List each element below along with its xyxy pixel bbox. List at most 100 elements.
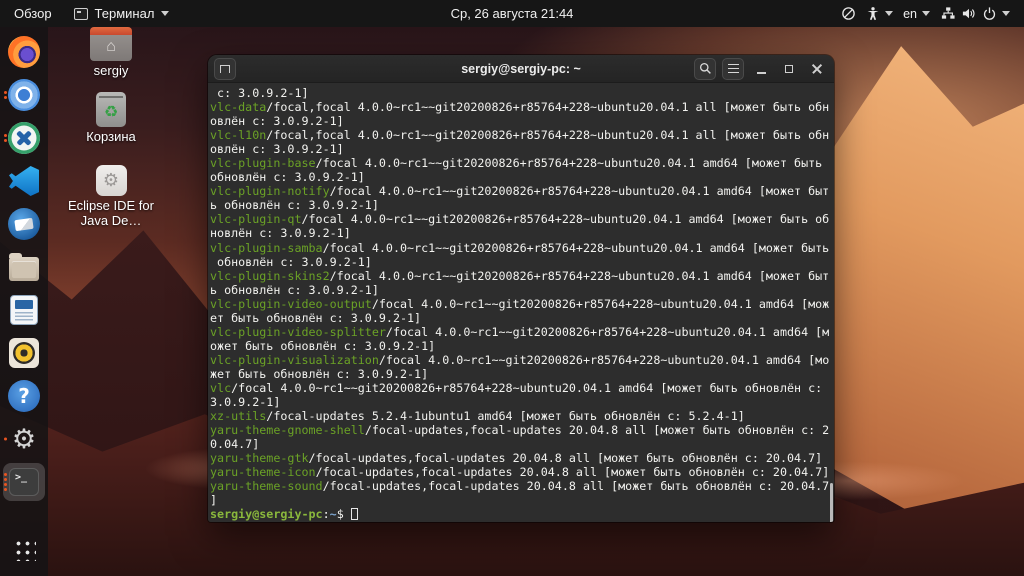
- dock: ⚙: [0, 27, 48, 576]
- terminal-line: 0.04.7]: [210, 437, 260, 452]
- terminal-line: обновлён с: 3.0.9.2-1]: [210, 254, 372, 269]
- home-folder-icon: [90, 27, 132, 61]
- dock-item-files[interactable]: [3, 248, 45, 286]
- terminal-line: vlc-plugin-samba/focal 4.0.0~rc1~~git202…: [210, 240, 830, 255]
- hamburger-icon: [727, 64, 739, 73]
- keyboard-layout-menu[interactable]: en: [903, 7, 930, 21]
- prompt-colon: :: [322, 507, 330, 522]
- new-tab-button[interactable]: [214, 57, 236, 80]
- close-icon: [812, 64, 822, 74]
- terminal-line: vlc-plugin-qt/focal 4.0.0~rc1~~git202008…: [210, 212, 830, 227]
- terminal-line: 3.0.9.2-1]: [210, 395, 281, 410]
- dock-item-app-x[interactable]: [3, 119, 45, 157]
- volume-icon: [962, 8, 975, 19]
- terminal-line: yaru-theme-gtk/focal-updates,focal-updat…: [210, 451, 823, 466]
- minimize-button[interactable]: [750, 58, 772, 80]
- desktop-icon-trash[interactable]: Корзина: [56, 92, 166, 145]
- terminal-line: vlc-plugin-video-splitter/focal 4.0.0~rc…: [210, 324, 830, 339]
- prompt-user-host: sergiy@sergiy-pc: [210, 507, 323, 522]
- x-app-icon: [8, 122, 40, 154]
- files-icon: [9, 253, 39, 281]
- dock-item-chromium[interactable]: [3, 76, 45, 114]
- activities-button[interactable]: Обзор: [14, 6, 52, 21]
- terminal-output: c: 3.0.9.2-1] vlc-data/focal,focal 4.0.0~…: [210, 86, 834, 507]
- rhythmbox-icon: [9, 338, 39, 368]
- menu-button[interactable]: [722, 57, 744, 80]
- terminal-line: овлён с: 3.0.9.2-1]: [210, 142, 344, 157]
- firefox-icon: [8, 36, 40, 68]
- maximize-icon: [785, 64, 793, 73]
- desktop-icon-label: Корзина: [86, 129, 136, 144]
- terminal-window: sergiy@sergiy-pc: ~ c: 3.0.9.2-1] vlc-dat…: [208, 55, 834, 522]
- terminal-line: yaru-theme-gnome-shell/focal-updates,foc…: [210, 423, 830, 438]
- trash-icon: [96, 92, 126, 127]
- dock-item-terminal[interactable]: [3, 463, 45, 501]
- show-applications-button[interactable]: [3, 530, 45, 568]
- chevron-down-icon: [885, 11, 894, 16]
- desktop: Обзор Терминал Ср, 26 августа 21:44 en ?…: [0, 0, 1024, 576]
- terminal-line: yaru-theme-icon/focal-updates,focal-upda…: [210, 465, 830, 480]
- terminal-line: новлён с: 3.0.9.2-1]: [210, 226, 351, 241]
- clock-button[interactable]: Ср, 26 августа 21:44: [451, 6, 574, 21]
- terminal-line: yaru-theme-sound/focal-updates,focal-upd…: [210, 479, 830, 494]
- terminal-icon: [9, 468, 39, 496]
- terminal-line: xz-utils/focal-updates 5.2.4-1ubuntu1 am…: [210, 409, 745, 424]
- desktop-icon-eclipse[interactable]: Eclipse IDE for Java De…: [56, 165, 166, 229]
- top-bar: Обзор Терминал Ср, 26 августа 21:44 en: [0, 0, 1024, 27]
- accessibility-icon: [867, 7, 879, 21]
- system-menu[interactable]: [940, 6, 1010, 21]
- terminal-line: жет быть обновлён с: 3.0.9.2-1]: [210, 366, 429, 381]
- running-indicator-dots: [4, 91, 7, 99]
- running-indicator-dots: [4, 134, 7, 142]
- dock-item-vscode[interactable]: [3, 162, 45, 200]
- terminal-line: vlc-plugin-visualization/focal 4.0.0~rc1…: [210, 352, 830, 367]
- dock-item-firefox[interactable]: [3, 33, 45, 71]
- desktop-icon-home-folder[interactable]: sergiy: [56, 27, 166, 79]
- terminal-scrollbar[interactable]: [829, 483, 833, 522]
- terminal-line: ]: [210, 493, 218, 508]
- terminal-line: ет быть обновлён с: 3.0.9.2-1]: [210, 310, 422, 325]
- eclipse-icon: [95, 165, 127, 196]
- dock-item-settings[interactable]: ⚙: [3, 420, 45, 458]
- terminal-line: ь обновлён с: 3.0.9.2-1]: [210, 198, 379, 213]
- dock-item-thunderbird[interactable]: [3, 205, 45, 243]
- dock-item-rhythmbox[interactable]: [3, 334, 45, 372]
- search-icon: [699, 62, 711, 74]
- terminal-cursor: [350, 508, 358, 521]
- app-menu-button[interactable]: Терминал: [73, 6, 170, 21]
- terminal-app-icon: [73, 7, 88, 20]
- terminal-prompt: sergiy@sergiy-pc:~$: [210, 507, 834, 521]
- running-indicator-dots: [4, 437, 7, 441]
- running-indicator-dots: [4, 473, 7, 491]
- accessibility-menu[interactable]: [866, 6, 894, 21]
- dock-item-writer[interactable]: [3, 291, 45, 329]
- terminal-line: vlc-l10n/focal,focal 4.0.0~rc1~~git20200…: [210, 128, 830, 143]
- terminal-content[interactable]: c: 3.0.9.2-1] vlc-data/focal,focal 4.0.0~…: [208, 83, 834, 522]
- terminal-line: vlc-plugin-skins2/focal 4.0.0~rc1~~git20…: [210, 268, 830, 283]
- libreoffice-writer-icon: [10, 295, 38, 325]
- do-not-disturb-icon[interactable]: [841, 6, 856, 21]
- dock-item-help[interactable]: [3, 377, 45, 415]
- power-icon: [983, 7, 996, 20]
- prompt-dollar: $: [336, 507, 351, 522]
- apps-grid-icon: [12, 537, 36, 561]
- search-button[interactable]: [694, 57, 716, 80]
- terminal-titlebar[interactable]: sergiy@sergiy-pc: ~: [208, 55, 834, 83]
- settings-gear-icon: ⚙: [11, 423, 37, 455]
- minimize-icon: [756, 71, 766, 74]
- close-button[interactable]: [806, 58, 828, 80]
- terminal-line: vlc/focal 4.0.0~rc1~~git20200826+r85764+…: [210, 380, 823, 395]
- chevron-down-icon: [161, 11, 170, 16]
- maximize-button[interactable]: [778, 58, 800, 80]
- terminal-line: c: 3.0.9.2-1]: [210, 86, 309, 100]
- new-tab-icon: [220, 64, 230, 73]
- terminal-line: ь обновлён с: 3.0.9.2-1]: [210, 282, 379, 297]
- help-icon: [8, 380, 40, 412]
- chevron-down-icon: [1002, 11, 1010, 16]
- vscode-icon: [9, 166, 39, 196]
- app-menu-label: Терминал: [94, 6, 155, 21]
- terminal-line: vlc-plugin-video-output/focal 4.0.0~rc1~…: [210, 296, 830, 311]
- terminal-line: vlc-data/focal,focal 4.0.0~rc1~~git20200…: [210, 100, 830, 115]
- prompt-path: ~: [329, 507, 337, 522]
- terminal-line: vlc-plugin-notify/focal 4.0.0~rc1~~git20…: [210, 184, 830, 199]
